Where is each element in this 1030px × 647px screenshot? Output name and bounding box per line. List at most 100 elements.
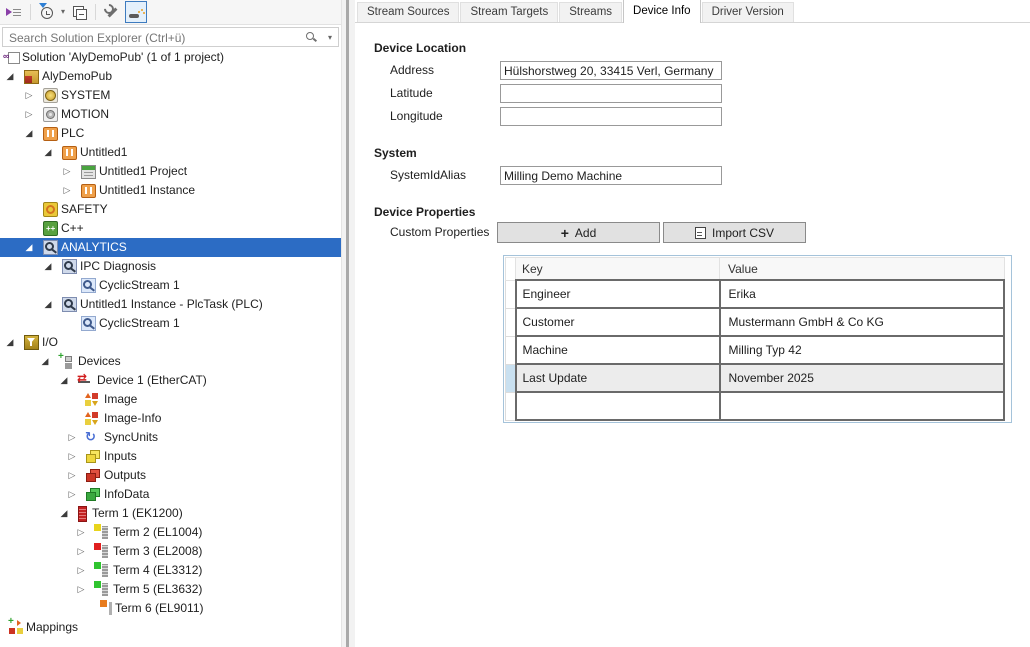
sync-with-active-document-button[interactable]	[3, 1, 25, 23]
expand-icon[interactable]: ▷	[66, 447, 78, 466]
search-icon[interactable]	[305, 31, 318, 44]
tree-item[interactable]: ▷Inputs	[0, 447, 341, 466]
collapse-icon[interactable]: ◢	[23, 124, 35, 143]
tree-item[interactable]: ▷ Term 3 (EL2008)	[0, 542, 341, 561]
collapse-icon[interactable]: ◢	[39, 352, 51, 371]
tree-item[interactable]: C++	[0, 219, 341, 238]
tree-item[interactable]: ▷InfoData	[0, 485, 341, 504]
pending-changes-filter-button[interactable]: ▾	[36, 1, 58, 23]
value-cell[interactable]	[720, 392, 1005, 420]
value-column-header[interactable]: Value	[720, 258, 1005, 281]
collapse-icon[interactable]: ◢	[42, 143, 54, 162]
row-header-gutter[interactable]	[506, 392, 516, 420]
scrollbar-thumb[interactable]	[346, 0, 349, 647]
tree-item[interactable]: ▷SyncUnits	[0, 428, 341, 447]
expand-icon[interactable]: ▷	[66, 428, 78, 447]
tree-item[interactable]: ▷Untitled1 Instance	[0, 181, 341, 200]
collapse-icon[interactable]: ◢	[4, 67, 16, 86]
tab-stream-targets[interactable]: Stream Targets	[460, 2, 558, 22]
tab-streams[interactable]: Streams	[559, 2, 622, 22]
tree-item[interactable]: ▷Term 5 (EL3632)	[0, 580, 341, 599]
tree-item[interactable]: ◢IPC Diagnosis	[0, 257, 341, 276]
tree-item[interactable]: ◢ Term 1 (EK1200)	[0, 504, 341, 523]
tree-item[interactable]: CyclicStream 1	[0, 276, 341, 295]
tree-item[interactable]: SAFETY	[0, 200, 341, 219]
row-header-gutter[interactable]	[506, 308, 516, 336]
collapse-icon[interactable]: ◢	[58, 371, 70, 390]
solution-icon	[4, 49, 20, 65]
tree-item[interactable]: ◢ANALYTICS	[0, 238, 341, 257]
key-column-header[interactable]: Key	[516, 258, 720, 281]
expand-icon[interactable]: ▷	[61, 162, 73, 181]
search-input[interactable]	[7, 29, 301, 47]
tree-item[interactable]: ◢Devices	[0, 352, 341, 371]
motion-icon	[43, 107, 58, 122]
ethercat-icon	[77, 372, 93, 388]
expand-icon[interactable]: ▷	[75, 561, 87, 580]
property-row: EngineerErika	[506, 280, 1005, 308]
collapse-all-button[interactable]	[68, 1, 90, 23]
systemidalias-field[interactable]	[500, 166, 722, 185]
collapse-icon[interactable]: ◢	[42, 295, 54, 314]
tree-item[interactable]: ▷SYSTEM	[0, 86, 341, 105]
key-cell[interactable]: Engineer	[516, 280, 720, 308]
tree-item[interactable]: ▷Term 4 (EL3312)	[0, 561, 341, 580]
tree-item[interactable]: ▷MOTION	[0, 105, 341, 124]
term-orange-icon	[100, 600, 115, 616]
row-header-gutter[interactable]	[506, 280, 516, 308]
tree-item[interactable]: ◢Device 1 (EtherCAT)	[0, 371, 341, 390]
search-options-chevron-icon[interactable]: ▾	[328, 33, 332, 42]
expand-icon[interactable]: ▷	[61, 181, 73, 200]
tree-item[interactable]: ◢Untitled1 Instance - PlcTask (PLC)	[0, 295, 341, 314]
dropdown-chevron-icon[interactable]: ▾	[61, 7, 65, 16]
tree-item[interactable]: CyclicStream 1	[0, 314, 341, 333]
row-header-gutter[interactable]	[506, 336, 516, 364]
value-cell[interactable]: Milling Typ 42	[720, 336, 1005, 364]
collapse-icon[interactable]: ◢	[23, 238, 35, 257]
tab-driver-version[interactable]: Driver Version	[702, 2, 794, 22]
tree-item[interactable]: Image	[0, 390, 341, 409]
tree-item-label: Term 1 (EK1200)	[92, 504, 183, 523]
value-cell[interactable]: Erika	[720, 280, 1005, 308]
address-field[interactable]	[500, 61, 722, 80]
expand-icon[interactable]: ▷	[23, 86, 35, 105]
tree-item[interactable]: ◢Untitled1	[0, 143, 341, 162]
value-cell[interactable]: Mustermann GmbH & Co KG	[720, 308, 1005, 336]
properties-button[interactable]	[101, 1, 123, 23]
latitude-field[interactable]	[500, 84, 722, 103]
tree-item[interactable]: ▷Untitled1 Project	[0, 162, 341, 181]
key-cell[interactable]: Last Update	[516, 364, 720, 392]
key-cell[interactable]: Machine	[516, 336, 720, 364]
preview-selected-items-button[interactable]	[125, 1, 147, 23]
tree-item[interactable]: ▷Outputs	[0, 466, 341, 485]
expand-icon[interactable]: ▷	[66, 466, 78, 485]
value-cell[interactable]: November 2025	[720, 364, 1005, 392]
tree-item[interactable]: Term 6 (EL9011)	[0, 599, 341, 618]
tree-item[interactable]: Mappings	[0, 618, 341, 637]
expand-icon[interactable]: ▷	[75, 580, 87, 599]
tree-item[interactable]: ◢AlyDemoPub	[0, 67, 341, 86]
tree-item[interactable]: ◢PLC	[0, 124, 341, 143]
tab-device-info[interactable]: Device Info	[623, 0, 701, 23]
systemidalias-label: SystemIdAlias	[390, 166, 466, 185]
expand-icon[interactable]: ▷	[75, 523, 87, 542]
tree-item-label: C++	[61, 219, 84, 238]
tab-stream-sources[interactable]: Stream Sources	[357, 2, 459, 22]
tree-item[interactable]: ▷Term 2 (EL1004)	[0, 523, 341, 542]
tree-item-label: Term 3 (EL2008)	[113, 542, 202, 561]
longitude-field[interactable]	[500, 107, 722, 126]
key-cell[interactable]	[516, 392, 720, 420]
row-header-gutter[interactable]	[506, 364, 516, 392]
expand-icon[interactable]: ▷	[66, 485, 78, 504]
add-button[interactable]: + Add	[497, 222, 660, 243]
tree-item[interactable]: Image-Info	[0, 409, 341, 428]
collapse-icon[interactable]: ◢	[58, 504, 70, 523]
expand-icon[interactable]: ▷	[75, 542, 87, 561]
tree-item[interactable]: Solution 'AlyDemoPub' (1 of 1 project)	[0, 48, 341, 67]
expand-icon[interactable]: ▷	[23, 105, 35, 124]
import-csv-button[interactable]: Import CSV	[663, 222, 806, 243]
collapse-icon[interactable]: ◢	[4, 333, 16, 352]
tree-item[interactable]: ◢I/O	[0, 333, 341, 352]
key-cell[interactable]: Customer	[516, 308, 720, 336]
collapse-icon[interactable]: ◢	[42, 257, 54, 276]
